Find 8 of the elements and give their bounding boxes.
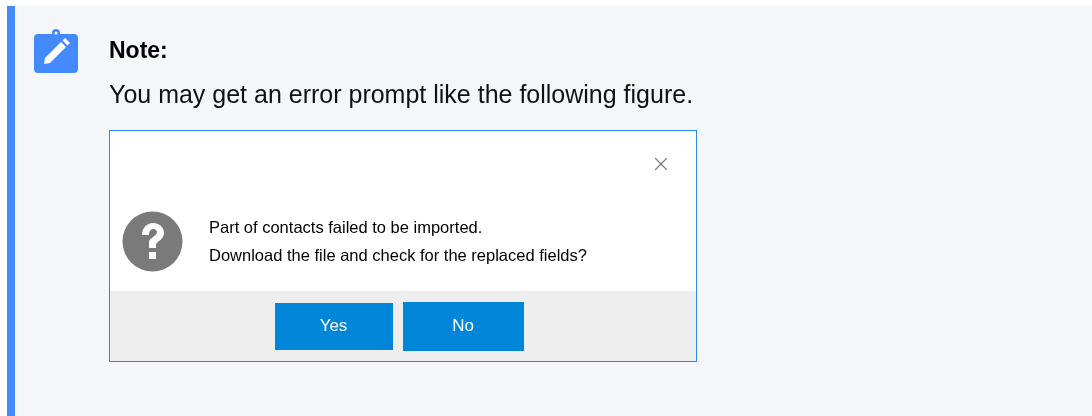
dialog-message: Part of contacts failed to be imported. <box>209 217 484 238</box>
question-icon <box>122 210 183 272</box>
note-text: You may get an error prompt like the following figure. <box>109 79 695 110</box>
note-edit-icon <box>33 28 79 74</box>
dialog-message: Download the file and check for the replaced fields? <box>209 245 587 266</box>
dialog-button[interactable]: Yes <box>274 302 393 350</box>
note-title: Note: <box>109 36 169 64</box>
dialog-button[interactable]: No <box>402 301 524 351</box>
